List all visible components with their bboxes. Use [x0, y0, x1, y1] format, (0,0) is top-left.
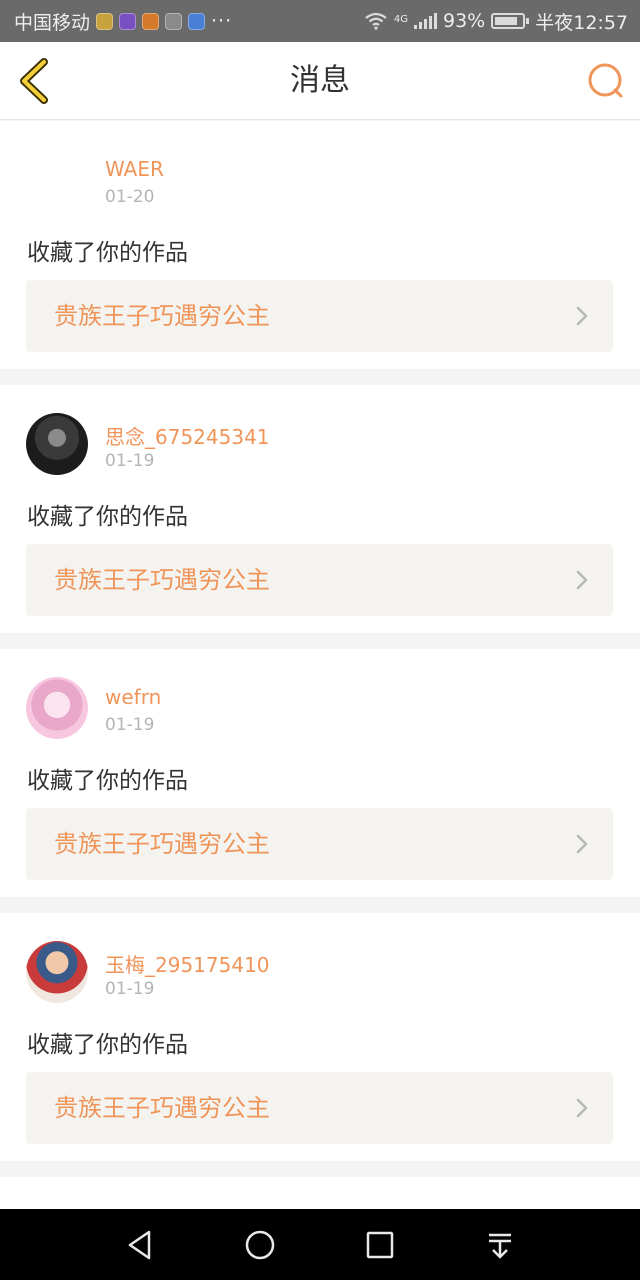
nav-notification-button[interactable]: [480, 1225, 520, 1265]
notification-date: 01-19: [105, 979, 155, 999]
notification-date: 01-19: [105, 451, 155, 471]
status-bar-right: 4G 93% 半夜12:57: [364, 8, 628, 35]
notification-date: 01-19: [105, 715, 155, 735]
notification-card: 玉梅_295175410 01-19 收藏了你的作品 贵族王子巧遇穷公主: [0, 913, 640, 1161]
chevron-right-icon: [576, 834, 588, 854]
network-type: 4G: [393, 13, 408, 25]
system-nav-bar: [0, 1209, 640, 1280]
back-chevron-icon: [20, 58, 48, 104]
more-notifications: ···: [211, 10, 233, 32]
username[interactable]: 思念_675245341: [105, 421, 270, 450]
nav-home-button[interactable]: [240, 1225, 280, 1265]
back-button[interactable]: [14, 56, 58, 106]
action-text: 收藏了你的作品: [27, 504, 188, 530]
search-button[interactable]: [586, 61, 626, 101]
avatar[interactable]: [26, 941, 88, 1003]
notification-card: WAER 01-20 收藏了你的作品 贵族王子巧遇穷公主: [0, 121, 640, 369]
nav-back-button[interactable]: [120, 1225, 160, 1265]
chevron-right-icon: [576, 570, 588, 590]
notification-pull-icon: [489, 1233, 511, 1259]
nav-recents-button[interactable]: [360, 1225, 400, 1265]
work-title: 贵族王子巧遇穷公主: [54, 1094, 270, 1122]
signal-icon: [414, 13, 437, 29]
action-text: 收藏了你的作品: [27, 1032, 188, 1058]
wifi-icon: [365, 12, 387, 30]
notification-app-icon: [188, 12, 206, 30]
app-header: 消息: [0, 42, 640, 120]
carrier-name: 中国移动: [14, 11, 91, 34]
notification-date: 01-20: [105, 187, 155, 207]
notification-app-icon: [119, 12, 137, 30]
avatar[interactable]: [26, 149, 88, 211]
search-icon: [588, 63, 623, 98]
clock: 半夜12:57: [535, 11, 628, 34]
username[interactable]: WAER: [105, 157, 164, 181]
notification-app-icon: [165, 12, 183, 30]
battery-percent: 93%: [443, 10, 486, 32]
work-link[interactable]: 贵族王子巧遇穷公主: [26, 280, 613, 352]
work-title: 贵族王子巧遇穷公主: [54, 566, 270, 594]
notification-card: 思念_675245341 01-19 收藏了你的作品 贵族王子巧遇穷公主: [0, 385, 640, 633]
chevron-right-icon: [576, 1098, 588, 1118]
back-triangle-icon: [128, 1230, 151, 1259]
username[interactable]: 玉梅_295175410: [105, 949, 270, 978]
work-link[interactable]: 贵族王子巧遇穷公主: [26, 808, 613, 880]
work-title: 贵族王子巧遇穷公主: [54, 830, 270, 858]
notification-card: wefrn 01-19 收藏了你的作品 贵族王子巧遇穷公主: [0, 649, 640, 897]
work-link[interactable]: 贵族王子巧遇穷公主: [26, 544, 613, 616]
status-bar-left: 中国移动 ···: [14, 8, 232, 35]
action-text: 收藏了你的作品: [27, 768, 188, 794]
notification-list: WAER 01-20 收藏了你的作品 贵族王子巧遇穷公主 思念_67524534…: [0, 121, 640, 1217]
action-text: 收藏了你的作品: [27, 240, 188, 266]
page-title: 消息: [290, 63, 350, 98]
home-circle-icon: [245, 1230, 275, 1259]
work-title: 贵族王子巧遇穷公主: [54, 302, 270, 330]
status-bar: 中国移动 ··· 4G 93% 半夜12:57: [0, 0, 640, 42]
username[interactable]: wefrn: [105, 685, 161, 709]
avatar[interactable]: [26, 413, 88, 475]
avatar[interactable]: [26, 677, 88, 739]
chevron-right-icon: [576, 306, 588, 326]
work-link[interactable]: 贵族王子巧遇穷公主: [26, 1072, 613, 1144]
recents-square-icon: [366, 1231, 394, 1258]
battery-icon: [491, 13, 530, 29]
notification-app-icon: [142, 12, 160, 30]
notification-app-icon: [96, 12, 114, 30]
